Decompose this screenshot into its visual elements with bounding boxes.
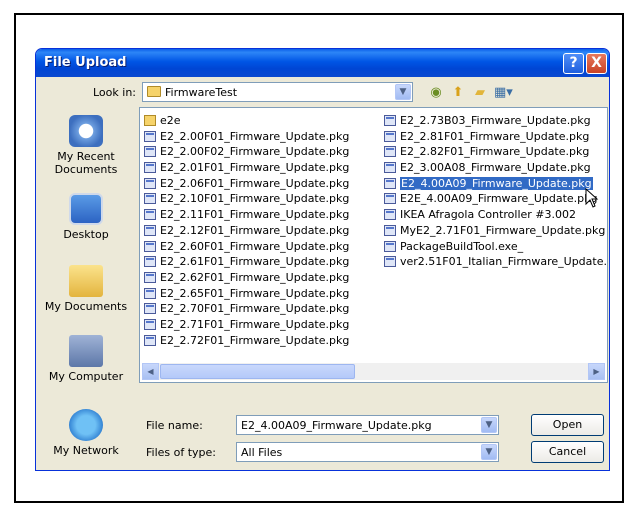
file-item[interactable]: E2_3.00A08_Firmware_Update.pkg	[383, 160, 607, 176]
place-my-documents[interactable]: My Documents	[40, 265, 132, 313]
up-folder-icon[interactable]: ⬆	[450, 85, 466, 101]
package-file-icon	[384, 224, 396, 236]
file-item[interactable]: E2E_4.00A09_Firmware_Update.pkg	[383, 191, 607, 207]
package-file-icon	[384, 146, 396, 158]
help-button[interactable]: ?	[563, 53, 584, 74]
file-item[interactable]: E2_2.65F01_Firmware_Update.pkg	[143, 286, 349, 302]
package-file-icon	[144, 334, 156, 346]
file-item[interactable]: E2_2.00F02_Firmware_Update.pkg	[143, 144, 349, 160]
place-label: Desktop	[63, 228, 109, 241]
file-upload-dialog: File Upload ? X Look in: FirmwareTest ▼ …	[35, 48, 610, 471]
dialog-title: File Upload	[44, 55, 127, 70]
open-button[interactable]: Open	[531, 414, 604, 436]
file-item[interactable]: E2_2.82F01_Firmware_Update.pkg	[383, 144, 607, 160]
recent-documents-icon	[69, 115, 103, 147]
package-file-icon	[144, 256, 156, 268]
files-of-type-value: All Files	[241, 446, 283, 459]
file-item[interactable]: E2_2.71F01_Firmware_Update.pkg	[143, 317, 349, 333]
my-computer-icon	[69, 335, 103, 367]
scroll-left-icon[interactable]: ◀	[142, 363, 159, 380]
package-file-icon	[144, 303, 156, 315]
place-desktop[interactable]: Desktop	[40, 193, 132, 241]
file-item[interactable]: E2_2.70F01_Firmware_Update.pkg	[143, 301, 349, 317]
file-item[interactable]: E2_2.61F01_Firmware_Update.pkg	[143, 254, 349, 270]
chevron-down-icon[interactable]: ▼	[481, 444, 497, 460]
place-label: My Computer	[48, 370, 124, 383]
file-item[interactable]: E2_2.72F01_Firmware_Update.pkg	[143, 333, 349, 349]
file-item[interactable]: E2_2.06F01_Firmware_Update.pkg	[143, 176, 349, 192]
package-file-icon	[144, 224, 156, 236]
file-item[interactable]: E2_2.12F01_Firmware_Update.pkg	[143, 223, 349, 239]
look-in-value: FirmwareTest	[165, 86, 238, 99]
package-file-icon	[384, 115, 396, 126]
file-item[interactable]: E2_2.01F01_Firmware_Update.pkg	[143, 160, 349, 176]
package-file-icon	[144, 318, 156, 330]
cancel-button[interactable]: Cancel	[531, 441, 604, 463]
file-item[interactable]: MyE2_2.71F01_Firmware_Update.pkg	[383, 223, 607, 239]
folder-icon	[147, 86, 161, 97]
look-in-label: Look in:	[93, 86, 136, 99]
file-item[interactable]: IKEA Afragola Controller #3.002	[383, 207, 607, 223]
file-item-selected[interactable]: E2_4.00A09_Firmware_Update.pkg	[383, 176, 607, 192]
title-bar[interactable]: File Upload ? X	[36, 49, 609, 77]
places-bar: My Recent Documents Desktop My Documents…	[40, 107, 132, 463]
package-file-icon	[144, 287, 156, 299]
desktop-icon	[69, 193, 103, 225]
place-label: My Network	[53, 444, 119, 457]
package-file-icon	[144, 162, 156, 174]
mouse-pointer-icon	[585, 188, 599, 208]
my-network-icon	[69, 409, 103, 441]
folder-item[interactable]: e2e	[143, 113, 349, 129]
new-folder-icon[interactable]: ▰	[472, 85, 488, 101]
package-file-icon	[384, 177, 396, 189]
package-file-icon	[384, 256, 396, 268]
look-in-dropdown[interactable]: FirmwareTest ▼	[142, 82, 413, 102]
package-file-icon	[144, 130, 156, 142]
file-column-1: e2e E2_2.00F01_Firmware_Update.pkg E2_2.…	[143, 113, 349, 348]
file-name-label: File name:	[146, 419, 203, 432]
scroll-thumb[interactable]	[160, 364, 355, 379]
file-item[interactable]: PackageBuildTool.exe_	[383, 239, 607, 255]
package-file-icon	[144, 193, 156, 205]
package-file-icon	[144, 177, 156, 189]
package-file-icon	[144, 146, 156, 158]
back-icon[interactable]: ◉	[428, 85, 444, 101]
place-label: My Recent Documents	[54, 150, 118, 176]
package-file-icon	[144, 271, 156, 283]
file-item[interactable]: ver2.51F01_Italian_Firmware_Update.pk	[383, 254, 607, 270]
chevron-down-icon[interactable]: ▼	[395, 84, 411, 100]
place-my-network[interactable]: My Network	[40, 409, 132, 457]
file-name-input[interactable]: E2_4.00A09_Firmware_Update.pkg ▼	[236, 415, 499, 435]
scroll-right-icon[interactable]: ▶	[588, 363, 605, 380]
view-menu-icon[interactable]: ▦▾	[494, 85, 513, 101]
file-name-value: E2_4.00A09_Firmware_Update.pkg	[241, 419, 432, 432]
package-file-icon	[384, 130, 396, 142]
file-item[interactable]: E2_2.62F01_Firmware_Update.pkg	[143, 270, 349, 286]
file-item[interactable]: E2_2.81F01_Firmware_Update.pkg	[383, 129, 607, 145]
file-list[interactable]: e2e E2_2.00F01_Firmware_Update.pkg E2_2.…	[139, 107, 608, 383]
package-file-icon	[144, 209, 156, 221]
place-my-recent-documents[interactable]: My Recent Documents	[40, 115, 132, 176]
file-item[interactable]: E2_2.60F01_Firmware_Update.pkg	[143, 239, 349, 255]
files-of-type-dropdown[interactable]: All Files ▼	[236, 442, 499, 462]
package-file-icon	[384, 162, 396, 174]
package-file-icon	[144, 240, 156, 252]
close-button[interactable]: X	[586, 53, 607, 74]
file-column-2: E2_2.73B03_Firmware_Update.pkg E2_2.81F0…	[383, 113, 607, 270]
files-of-type-label: Files of type:	[146, 446, 217, 459]
file-item[interactable]: E2_2.73B03_Firmware_Update.pkg	[383, 113, 607, 129]
package-file-icon	[384, 193, 396, 205]
file-item[interactable]: E2_2.10F01_Firmware_Update.pkg	[143, 191, 349, 207]
folder-icon	[144, 115, 156, 126]
my-documents-icon	[69, 265, 103, 297]
chevron-down-icon[interactable]: ▼	[481, 417, 497, 433]
place-my-computer[interactable]: My Computer	[40, 335, 132, 383]
file-item[interactable]: E2_2.11F01_Firmware_Update.pkg	[143, 207, 349, 223]
generic-file-icon	[384, 209, 396, 221]
file-item[interactable]: E2_2.00F01_Firmware_Update.pkg	[143, 129, 349, 145]
horizontal-scrollbar[interactable]: ◀ ▶	[142, 363, 605, 380]
generic-file-icon	[384, 240, 396, 252]
place-label: My Documents	[44, 300, 128, 313]
